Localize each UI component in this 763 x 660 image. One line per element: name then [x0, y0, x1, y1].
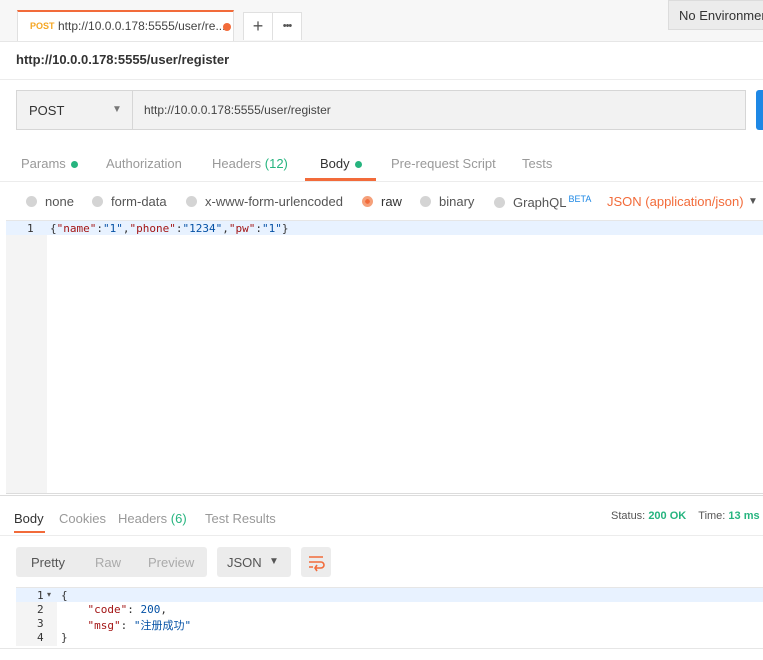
radio-icon: [420, 196, 431, 207]
time-label: Time:: [698, 510, 726, 522]
wrap-lines-button[interactable]: [301, 547, 331, 577]
send-button[interactable]: [756, 90, 763, 130]
tab-prerequest-script[interactable]: Pre-request Script: [391, 156, 496, 171]
chevron-down-icon[interactable]: ▼: [748, 196, 758, 207]
radio-form-data[interactable]: form-data: [92, 194, 167, 209]
new-tab-button[interactable]: +: [243, 12, 273, 40]
view-raw-button[interactable]: Raw: [95, 555, 121, 570]
chevron-down-icon: ▼: [112, 104, 122, 115]
line-gutter: [6, 221, 47, 493]
radio-graphql[interactable]: GraphQL BETA: [494, 194, 591, 210]
radio-icon: [186, 196, 197, 207]
response-tab-headers[interactable]: Headers (6): [118, 511, 187, 526]
code-line: "code": 200,: [87, 603, 168, 616]
tab-body-label: Body: [320, 156, 350, 171]
radio-raw[interactable]: raw: [362, 194, 402, 209]
code-line: "msg": "注册成功": [87, 619, 192, 632]
view-pretty-button[interactable]: Pretty: [31, 555, 65, 570]
status-dot-icon: [354, 161, 362, 169]
response-headers-count: (6): [170, 511, 187, 526]
divider: [0, 535, 763, 536]
radio-none-label: none: [45, 194, 74, 209]
response-headers-label: Headers: [118, 511, 168, 526]
radio-icon: [92, 196, 103, 207]
method-select[interactable]: POST ▼: [16, 90, 133, 130]
radio-graphql-label: GraphQL: [513, 195, 567, 210]
line-number: 4: [37, 631, 44, 644]
url-input[interactable]: http://10.0.0.178:5555/user/register: [133, 90, 746, 130]
radio-icon: [494, 197, 505, 208]
active-line-highlight: [16, 588, 763, 602]
tab-params[interactable]: Params: [21, 156, 78, 171]
request-tab[interactable]: POST http://10.0.0.178:5555/user/re...: [17, 10, 234, 41]
line-number: 1: [37, 589, 44, 602]
tab-params-label: Params: [21, 156, 66, 171]
request-body-editor[interactable]: [6, 220, 763, 494]
time-value: 13 ms: [728, 510, 760, 522]
response-tab-body[interactable]: Body: [14, 511, 44, 526]
tab-title: http://10.0.0.178:5555/user/re...: [58, 19, 226, 33]
radio-form-data-label: form-data: [111, 194, 167, 209]
code-line: }: [61, 631, 68, 644]
environment-select[interactable]: No Environment: [668, 0, 763, 30]
status-label: Status:: [611, 510, 646, 522]
radio-binary-label: binary: [439, 194, 475, 209]
code-line[interactable]: {"name":"1","phone":"1234","pw":"1"}: [50, 222, 288, 235]
chevron-down-icon: ▼: [269, 556, 279, 567]
line-number: 1: [27, 222, 34, 235]
content-type-select[interactable]: JSON (application/json): [607, 194, 744, 209]
radio-binary[interactable]: binary: [420, 194, 474, 209]
view-preview-button[interactable]: Preview: [148, 555, 194, 570]
tab-headers-label: Headers: [212, 156, 262, 171]
response-status: Status: 200 OK Time: 13 ms: [611, 510, 760, 522]
radio-urlencoded-label: x-www-form-urlencoded: [205, 194, 343, 209]
tab-method: POST: [30, 21, 55, 31]
tab-authorization[interactable]: Authorization: [106, 156, 182, 171]
code-line: {: [61, 589, 68, 602]
unsaved-dot-icon: [223, 23, 231, 31]
url-value: http://10.0.0.178:5555/user/register: [144, 103, 331, 117]
radio-selected-icon: [362, 196, 373, 207]
response-tab-cookies[interactable]: Cookies: [59, 511, 106, 526]
request-title: http://10.0.0.178:5555/user/register: [16, 52, 230, 67]
tab-tests[interactable]: Tests: [522, 156, 552, 171]
radio-icon: [26, 196, 37, 207]
line-number: 2: [37, 603, 44, 616]
status-value: 200 OK: [648, 510, 687, 522]
headers-count: (12): [264, 156, 288, 171]
radio-urlencoded[interactable]: x-www-form-urlencoded: [186, 194, 343, 209]
line-number: 3: [37, 617, 44, 630]
format-value: JSON: [227, 555, 262, 570]
response-divider: [0, 495, 763, 496]
divider: [0, 79, 763, 80]
tab-headers[interactable]: Headers (12): [212, 156, 288, 171]
beta-badge: BETA: [568, 194, 592, 204]
radio-none[interactable]: none: [26, 194, 74, 209]
divider: [0, 181, 763, 182]
format-select[interactable]: JSON ▼: [217, 547, 291, 577]
method-value: POST: [29, 103, 65, 118]
wrap-icon: [309, 556, 325, 572]
active-tab-indicator: [14, 531, 45, 533]
tab-body[interactable]: Body: [320, 156, 362, 171]
response-tab-test-results[interactable]: Test Results: [205, 511, 276, 526]
more-tabs-button[interactable]: •••: [272, 12, 302, 40]
divider: [0, 648, 763, 649]
fold-caret-icon[interactable]: ▾: [47, 590, 51, 599]
status-dot-icon: [70, 161, 78, 169]
radio-raw-label: raw: [381, 194, 402, 209]
